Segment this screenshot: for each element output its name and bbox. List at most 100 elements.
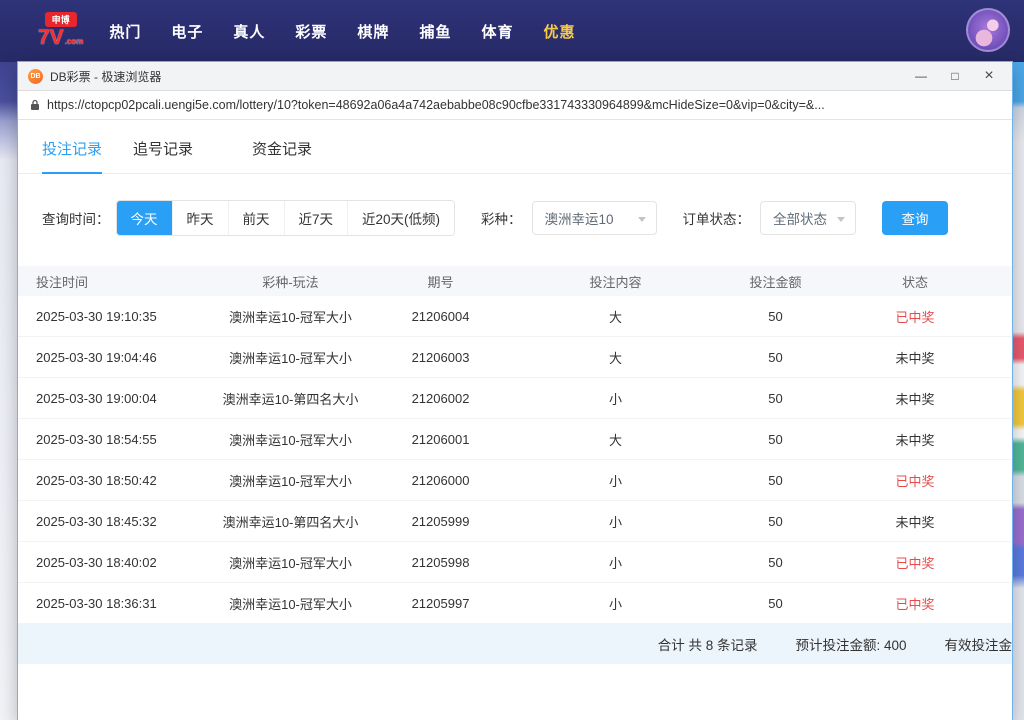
cell-issue-number: 21205998 xyxy=(383,555,498,570)
user-avatar[interactable] xyxy=(966,8,1010,52)
cell-lottery-play: 澳洲幸运10-冠军大小 xyxy=(198,553,383,572)
table-row[interactable]: 2025-03-30 19:00:04 澳洲幸运10-第四名大小 2120600… xyxy=(18,378,1012,419)
cell-issue-number: 21205999 xyxy=(383,514,498,529)
cell-status: 未中奖 xyxy=(818,348,1012,367)
nav-item[interactable]: 棋牌 xyxy=(357,21,389,42)
window-title: DB彩票 - 极速浏览器 xyxy=(50,68,161,85)
cell-bet-time: 2025-03-30 18:36:31 xyxy=(18,596,198,611)
lottery-select[interactable]: 澳洲幸运10 xyxy=(532,201,657,235)
summary-item: 有效投注金 xyxy=(945,634,1013,654)
cell-lottery-play: 澳洲幸运10-冠军大小 xyxy=(198,348,383,367)
table-row[interactable]: 2025-03-30 18:50:42 澳洲幸运10-冠军大小 21206000… xyxy=(18,460,1012,501)
cell-issue-number: 21206002 xyxy=(383,391,498,406)
table-row[interactable]: 2025-03-30 18:40:02 澳洲幸运10-冠军大小 21205998… xyxy=(18,542,1012,583)
db-app-icon: DB xyxy=(28,69,43,84)
cell-status: 已中奖 xyxy=(818,553,1012,572)
cell-bet-amount: 50 xyxy=(733,350,818,365)
table-header: 投注时间 彩种-玩法 期号 投注内容 投注金额 状态 xyxy=(18,266,1012,296)
tab[interactable]: 投注记录 xyxy=(42,138,102,174)
cell-bet-time: 2025-03-30 18:40:02 xyxy=(18,555,198,570)
cell-bet-amount: 50 xyxy=(733,309,818,324)
filter-bar: 查询时间： 今天 昨天 前天 近7天 近20天(低频) 彩种： 澳洲幸运10 xyxy=(18,174,1012,258)
lock-icon xyxy=(30,99,40,111)
time-option-button[interactable]: 昨天 xyxy=(172,201,228,235)
bet-records-table: 2025-03-30 19:10:35 澳洲幸运10-冠军大小 21206004… xyxy=(18,296,1012,624)
logo-badge: 申博 xyxy=(45,12,77,27)
cell-bet-time: 2025-03-30 19:04:46 xyxy=(18,350,198,365)
tab[interactable]: 追号记录 xyxy=(133,138,193,173)
table-row[interactable]: 2025-03-30 18:54:55 澳洲幸运10-冠军大小 21206001… xyxy=(18,419,1012,460)
cell-bet-time: 2025-03-30 19:10:35 xyxy=(18,309,198,324)
background-left-edge xyxy=(0,62,18,720)
order-status-select[interactable]: 全部状态 xyxy=(760,201,856,235)
nav-item[interactable]: 体育 xyxy=(481,21,513,42)
summary-item: 预计投注金额: 400 xyxy=(795,634,906,654)
cell-lottery-play: 澳洲幸运10-第四名大小 xyxy=(198,389,383,408)
cell-issue-number: 21206000 xyxy=(383,473,498,488)
chevron-down-icon xyxy=(837,217,845,222)
cell-bet-time: 2025-03-30 18:50:42 xyxy=(18,473,198,488)
window-titlebar: DB DB彩票 - 极速浏览器 — □ × xyxy=(18,62,1012,91)
cell-bet-content: 大 xyxy=(498,348,733,367)
cell-status: 未中奖 xyxy=(818,512,1012,531)
cell-bet-amount: 50 xyxy=(733,473,818,488)
url-text: https://ctopcp02pcali.uengi5e.com/lotter… xyxy=(47,98,825,112)
table-row[interactable]: 2025-03-30 19:04:46 澳洲幸运10-冠军大小 21206003… xyxy=(18,337,1012,378)
lottery-select-value: 澳洲幸运10 xyxy=(545,208,614,228)
cell-lottery-play: 澳洲幸运10-冠军大小 xyxy=(198,594,383,613)
nav-item[interactable]: 彩票 xyxy=(295,21,327,42)
nav-item[interactable]: 捕鱼 xyxy=(419,21,451,42)
column-header: 状态 xyxy=(818,272,1012,291)
cell-issue-number: 21206001 xyxy=(383,432,498,447)
cell-status: 已中奖 xyxy=(818,594,1012,613)
column-header: 投注时间 xyxy=(18,272,198,291)
cell-status: 已中奖 xyxy=(818,307,1012,326)
lottery-filter-label: 彩种： xyxy=(481,208,522,228)
time-filter-group: 今天 昨天 前天 近7天 近20天(低频) xyxy=(116,200,456,236)
time-filter-label: 查询时间： xyxy=(42,208,110,228)
browser-window: DB DB彩票 - 极速浏览器 — □ × https://ctopcp02pc… xyxy=(18,62,1012,720)
url-bar[interactable]: https://ctopcp02pcali.uengi5e.com/lotter… xyxy=(18,91,1012,120)
cell-bet-amount: 50 xyxy=(733,514,818,529)
time-option-button[interactable]: 前天 xyxy=(228,201,284,235)
maximize-button[interactable]: □ xyxy=(938,62,972,90)
cell-issue-number: 21206003 xyxy=(383,350,498,365)
screen: 申博 7V.com 热门 电子 真人 彩票 棋牌 捕鱼 体育 优惠 xyxy=(0,0,1024,720)
query-button[interactable]: 查询 xyxy=(882,201,948,235)
summary-item: 合计 共 8 条记录 xyxy=(658,634,758,654)
window-controls: — □ × xyxy=(904,62,1006,90)
cell-bet-content: 小 xyxy=(498,512,733,531)
cell-bet-amount: 50 xyxy=(733,391,818,406)
cell-bet-amount: 50 xyxy=(733,596,818,611)
nav-item[interactable]: 优惠 xyxy=(543,21,575,42)
cell-issue-number: 21206004 xyxy=(383,309,498,324)
cell-lottery-play: 澳洲幸运10-第四名大小 xyxy=(198,512,383,531)
nav-item[interactable]: 热门 xyxy=(109,21,141,42)
cell-status: 未中奖 xyxy=(818,389,1012,408)
time-option-button[interactable]: 近7天 xyxy=(284,201,348,235)
close-button[interactable]: × xyxy=(972,62,1006,90)
cell-lottery-play: 澳洲幸运10-冠军大小 xyxy=(198,471,383,490)
column-header: 投注内容 xyxy=(498,272,733,291)
nav-item[interactable]: 电子 xyxy=(171,21,203,42)
column-header: 投注金额 xyxy=(733,272,818,291)
cell-bet-content: 小 xyxy=(498,553,733,572)
site-nav: 申博 7V.com 热门 电子 真人 彩票 棋牌 捕鱼 体育 优惠 xyxy=(0,0,1024,62)
cell-issue-number: 21205997 xyxy=(383,596,498,611)
cell-bet-content: 大 xyxy=(498,430,733,449)
minimize-button[interactable]: — xyxy=(904,62,938,90)
cell-bet-time: 2025-03-30 19:00:04 xyxy=(18,391,198,406)
background-right-edge xyxy=(1012,62,1024,720)
time-option-button[interactable]: 近20天(低频) xyxy=(347,201,454,235)
table-row[interactable]: 2025-03-30 18:36:31 澳洲幸运10-冠军大小 21205997… xyxy=(18,583,1012,624)
cell-status: 未中奖 xyxy=(818,430,1012,449)
site-logo[interactable]: 申博 7V.com xyxy=(38,12,83,49)
table-row[interactable]: 2025-03-30 19:10:35 澳洲幸运10-冠军大小 21206004… xyxy=(18,296,1012,337)
nav-item[interactable]: 真人 xyxy=(233,21,265,42)
tab[interactable]: 资金记录 xyxy=(252,138,312,173)
time-option-button[interactable]: 今天 xyxy=(117,201,172,235)
chevron-down-icon xyxy=(638,217,646,222)
table-row[interactable]: 2025-03-30 18:45:32 澳洲幸运10-第四名大小 2120599… xyxy=(18,501,1012,542)
cell-bet-content: 小 xyxy=(498,389,733,408)
cell-bet-content: 小 xyxy=(498,471,733,490)
